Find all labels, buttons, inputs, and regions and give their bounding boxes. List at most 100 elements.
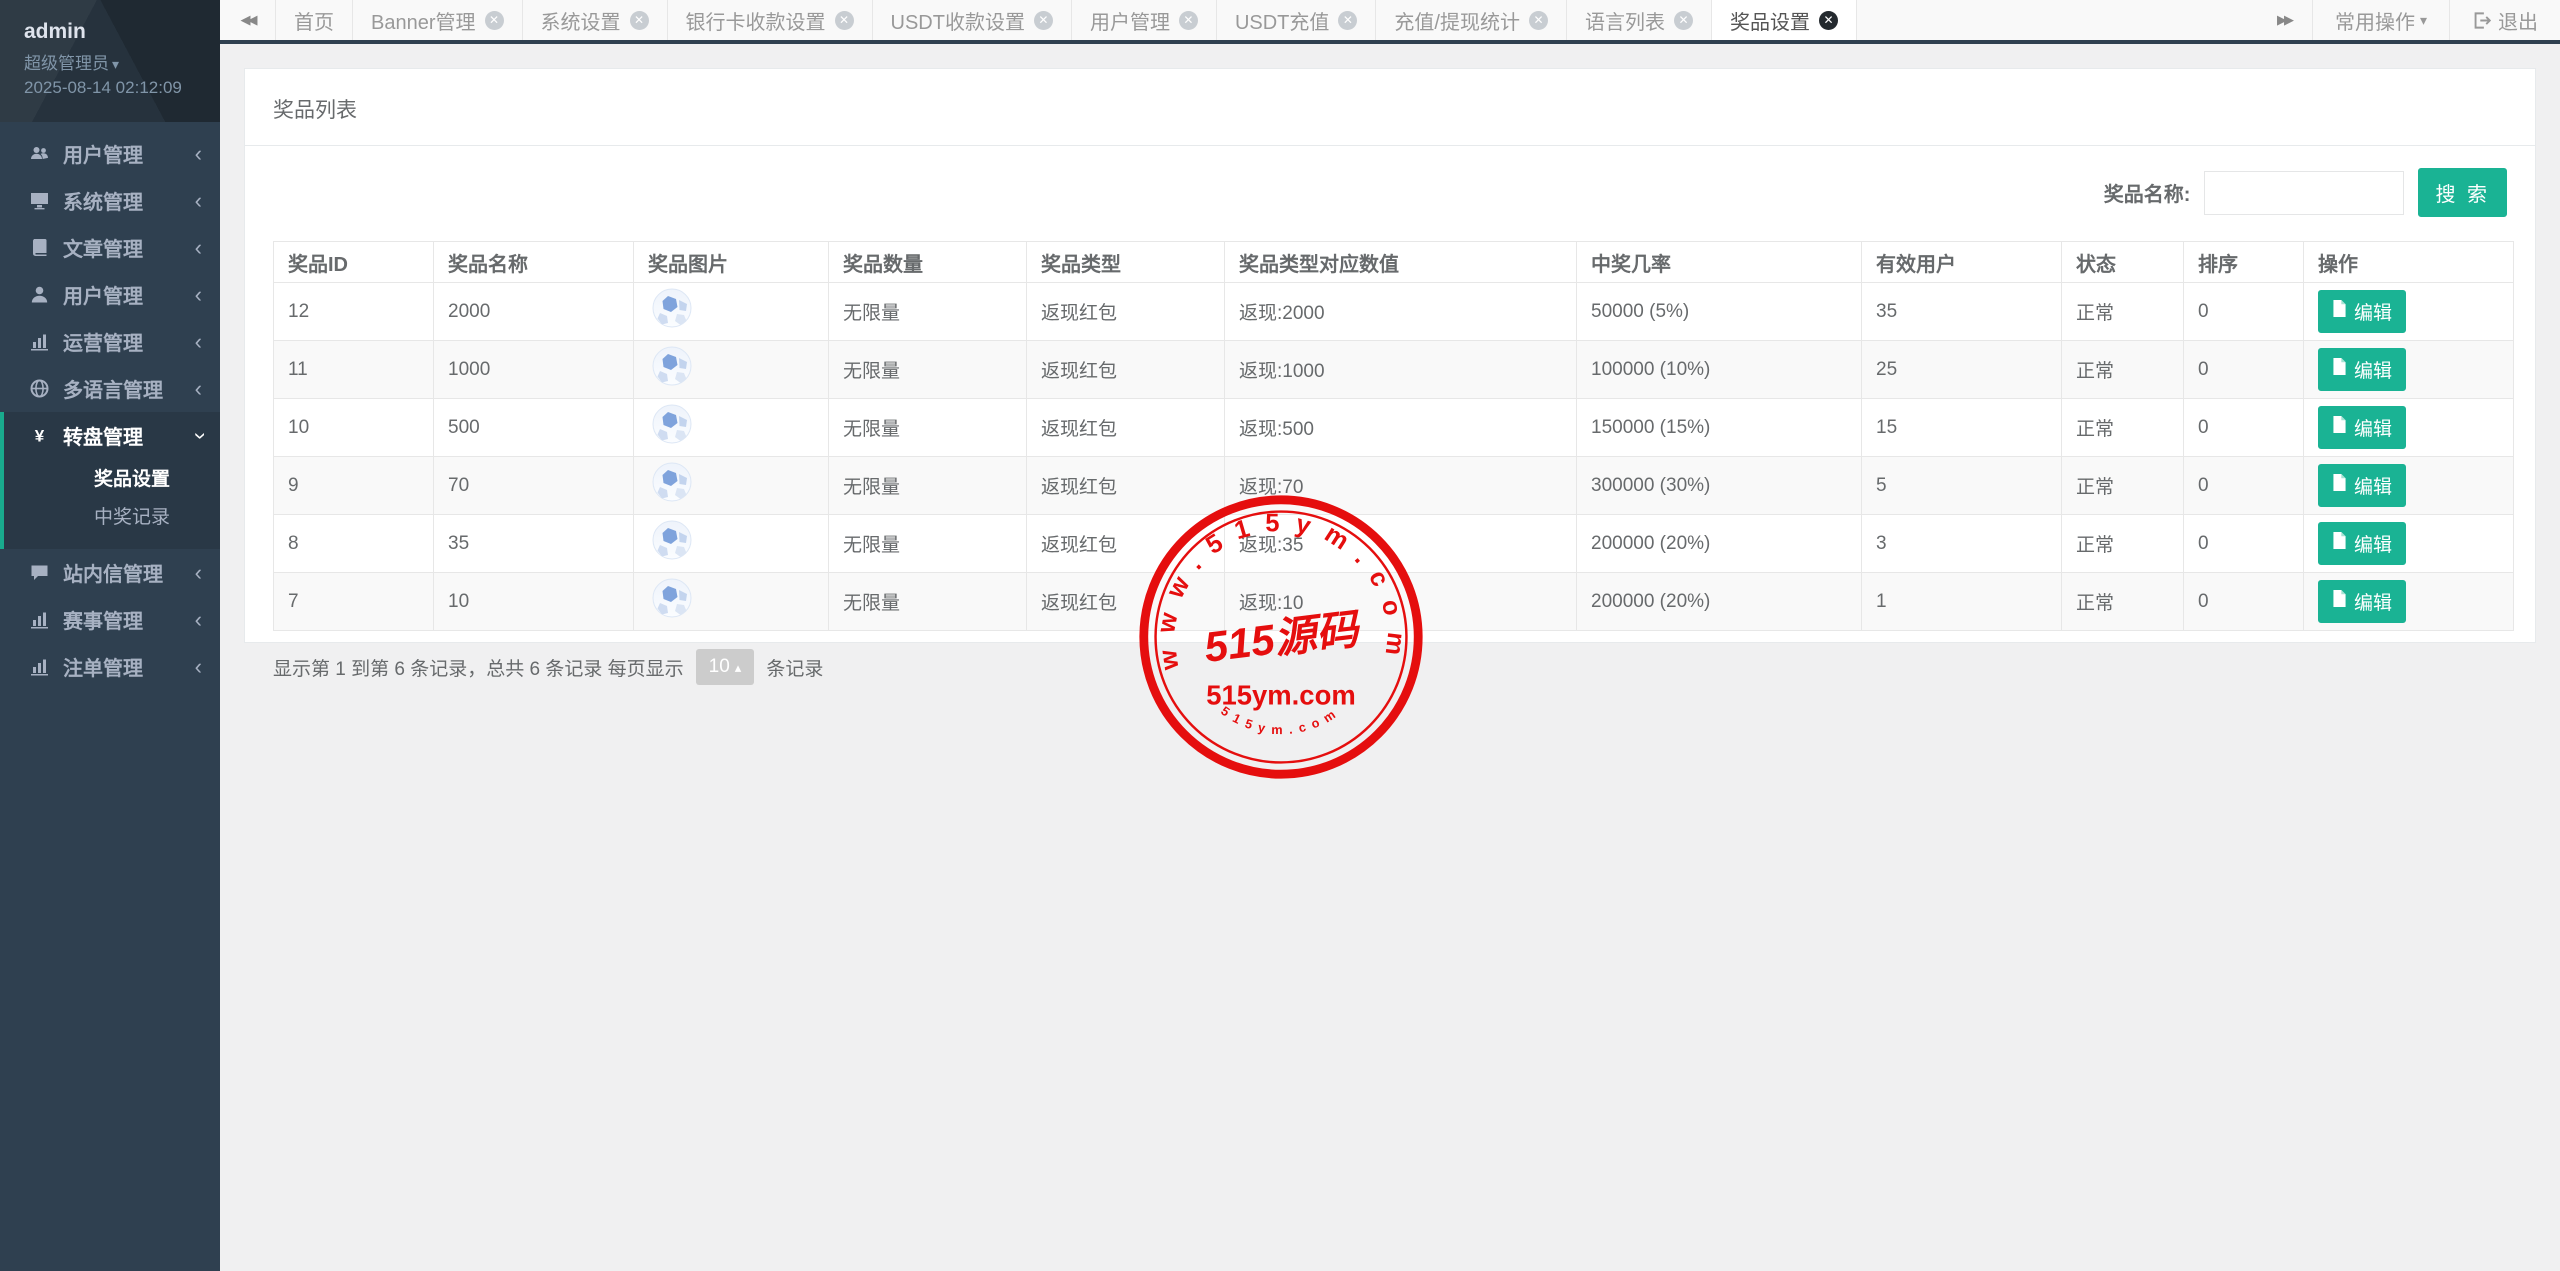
sidebar-item-bet-management[interactable]: 注单管理‹	[0, 643, 220, 690]
edit-button[interactable]: 编辑	[2318, 522, 2406, 565]
table-cell: 正常	[2062, 283, 2184, 341]
chevron-left-icon: ‹	[195, 609, 202, 631]
sidebar-profile: admin 超级管理员▾ 2025-08-14 02:12:09	[0, 0, 220, 122]
table-cell: 0	[2184, 399, 2304, 457]
prize-image	[648, 341, 814, 398]
file-icon	[2332, 532, 2347, 555]
edit-button[interactable]: 编辑	[2318, 406, 2406, 449]
tab-close-icon[interactable]: ✕	[1338, 11, 1357, 30]
pagination-suffix: 条记录	[766, 654, 823, 681]
edit-button[interactable]: 编辑	[2318, 290, 2406, 333]
sidebar-subitem-prize-settings[interactable]: 奖品设置	[4, 461, 220, 499]
sidebar-item-system-management[interactable]: 系统管理‹	[0, 177, 220, 224]
tab-language-list[interactable]: 语言列表✕	[1567, 0, 1712, 40]
edit-button[interactable]: 编辑	[2318, 580, 2406, 623]
edit-button[interactable]: 编辑	[2318, 464, 2406, 507]
caret-down-icon: ▾	[2420, 12, 2427, 29]
tab-bank-card-settings[interactable]: 银行卡收款设置✕	[668, 0, 873, 40]
table-cell: 25	[1862, 341, 2062, 399]
action-cell: 编辑	[2304, 573, 2514, 631]
table-cell: 正常	[2062, 399, 2184, 457]
tab-close-icon[interactable]: ✕	[1529, 11, 1548, 30]
table-row: 10500无限量返现红包返现:500150000 (15%)15正常0编辑	[274, 399, 2514, 457]
tab-user-management[interactable]: 用户管理✕	[1072, 0, 1217, 40]
double-chevron-left-icon: ◀◀	[241, 12, 255, 28]
tab-banner-management[interactable]: Banner管理✕	[353, 0, 523, 40]
column-header: 状态	[2062, 242, 2184, 283]
sidebar-item-message-management[interactable]: 站内信管理‹	[0, 549, 220, 596]
search-button[interactable]: 搜 索	[2418, 168, 2507, 217]
action-cell: 编辑	[2304, 515, 2514, 573]
profile-role-dropdown[interactable]: 超级管理员▾	[24, 49, 198, 74]
desktop-icon	[28, 191, 50, 210]
tab-close-icon[interactable]: ✕	[1674, 11, 1693, 30]
logout-icon	[2472, 11, 2491, 30]
sidebar-item-match-management[interactable]: 赛事管理‹	[0, 596, 220, 643]
quick-actions-dropdown[interactable]: 常用操作▾	[2312, 0, 2449, 40]
tab-usdt-recharge[interactable]: USDT充值✕	[1217, 0, 1376, 40]
book-icon	[28, 238, 50, 257]
table-cell: 8	[274, 515, 434, 573]
sidebar-section-wheel-management: ¥转盘管理‹奖品设置中奖记录	[0, 412, 220, 549]
tab-close-icon[interactable]: ✕	[1179, 11, 1198, 30]
table-cell: 11	[274, 341, 434, 399]
tab-system-settings[interactable]: 系统设置✕	[523, 0, 668, 40]
table-cell: 3	[1862, 515, 2062, 573]
table-cell: 无限量	[829, 399, 1027, 457]
table-cell: 返现红包	[1027, 399, 1225, 457]
sidebar-subitem-winning-records[interactable]: 中奖记录	[4, 499, 220, 537]
table-cell: 正常	[2062, 457, 2184, 515]
tab-bar: ◀◀ 首页Banner管理✕系统设置✕银行卡收款设置✕USDT收款设置✕用户管理…	[220, 0, 2560, 44]
sidebar-section-language-management: 多语言管理‹	[0, 365, 220, 412]
file-icon	[2332, 474, 2347, 497]
yen-icon: ¥	[28, 426, 50, 445]
sidebar-item-language-management[interactable]: 多语言管理‹	[0, 365, 220, 412]
table-row: 970无限量返现红包返现:70300000 (30%)5正常0编辑	[274, 457, 2514, 515]
sidebar-section-article-management: 文章管理‹	[0, 224, 220, 271]
tabs-scroll-left-button[interactable]: ◀◀	[220, 0, 276, 40]
action-cell: 编辑	[2304, 399, 2514, 457]
column-header: 有效用户	[1862, 242, 2062, 283]
sidebar-item-operations-management[interactable]: 运营管理‹	[0, 318, 220, 365]
file-icon	[2332, 416, 2347, 439]
tab-close-icon[interactable]: ✕	[630, 11, 649, 30]
tab-home[interactable]: 首页	[276, 0, 353, 40]
table-cell: 35	[434, 515, 634, 573]
pagination: 显示第 1 到第 6 条记录，总共 6 条记录 每页显示 10▴ 条记录	[273, 649, 2507, 685]
sidebar-item-member-management[interactable]: 用户管理‹	[0, 271, 220, 318]
table-cell: 7	[274, 573, 434, 631]
tab-close-icon[interactable]: ✕	[1819, 11, 1838, 30]
action-cell: 编辑	[2304, 457, 2514, 515]
sidebar-item-wheel-management[interactable]: ¥转盘管理‹	[4, 412, 220, 459]
tabs-scroll-right-button[interactable]: ▶▶	[2256, 0, 2312, 40]
table-cell: 返现红包	[1027, 573, 1225, 631]
prize-name-input[interactable]	[2204, 171, 2404, 215]
profile-username: admin	[24, 20, 198, 44]
table-cell: 返现红包	[1027, 457, 1225, 515]
sidebar-item-article-management[interactable]: 文章管理‹	[0, 224, 220, 271]
table-cell: 70	[434, 457, 634, 515]
tab-recharge-withdraw-stats[interactable]: 充值/提现统计✕	[1376, 0, 1567, 40]
tab-close-icon[interactable]: ✕	[485, 11, 504, 30]
table-cell: 200000 (20%)	[1577, 515, 1862, 573]
edit-button[interactable]: 编辑	[2318, 348, 2406, 391]
sidebar: admin 超级管理员▾ 2025-08-14 02:12:09 用户管理‹系统…	[0, 0, 220, 1271]
globe-icon	[28, 379, 50, 398]
sidebar-item-user-management[interactable]: 用户管理‹	[0, 130, 220, 177]
table-row: 122000无限量返现红包返现:200050000 (5%)35正常0编辑	[274, 283, 2514, 341]
table-cell: 100000 (10%)	[1577, 341, 1862, 399]
chart-icon	[28, 332, 50, 351]
tab-prize-settings[interactable]: 奖品设置✕	[1712, 0, 1857, 40]
page-size-dropdown[interactable]: 10▴	[696, 649, 755, 685]
tab-close-icon[interactable]: ✕	[1034, 11, 1053, 30]
tab-usdt-collect-settings[interactable]: USDT收款设置✕	[873, 0, 1072, 40]
tab-close-icon[interactable]: ✕	[835, 11, 854, 30]
prize-image-cell	[634, 573, 829, 631]
table-cell: 2000	[434, 283, 634, 341]
prize-image	[648, 573, 814, 630]
column-header: 奖品图片	[634, 242, 829, 283]
table-cell: 150000 (15%)	[1577, 399, 1862, 457]
logout-button[interactable]: 退出	[2449, 0, 2560, 40]
sidebar-section-bet-management: 注单管理‹	[0, 643, 220, 690]
chevron-left-icon: ‹	[195, 331, 202, 353]
